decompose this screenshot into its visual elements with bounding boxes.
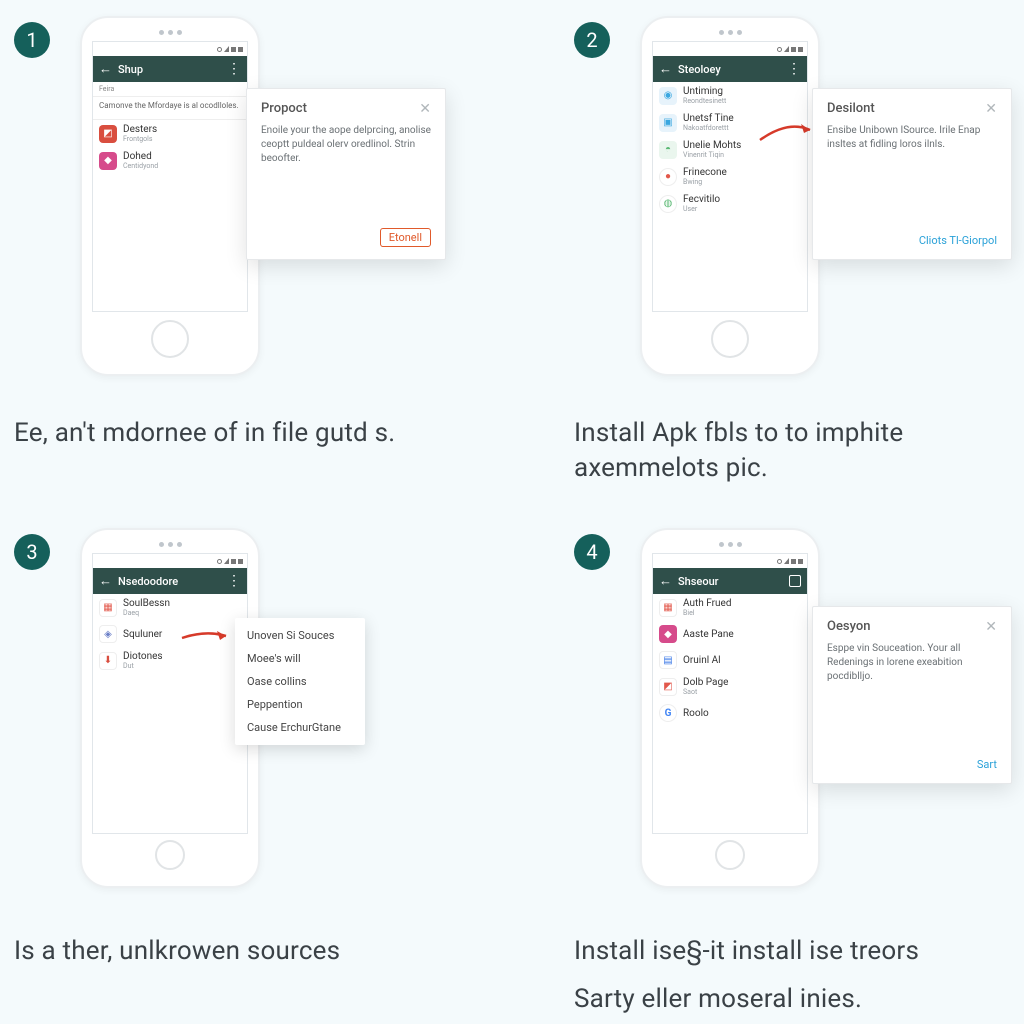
status-bar: [653, 554, 807, 568]
step-caption-4: Install ise§-it install ise treors: [574, 934, 1014, 969]
status-bar: [93, 42, 247, 56]
list-item[interactable]: ◓ Unelie MohtsVinenrit Tiqin: [653, 136, 807, 163]
list-item[interactable]: ◩ Dolb PageSaot: [653, 673, 807, 700]
list-item[interactable]: ◆ DohedCentidyond: [93, 147, 247, 174]
status-bar: [653, 42, 807, 56]
app-list: ▦ SoulBessnDaeq ◈ Squluner ⬇ DiotonesDut: [93, 594, 247, 833]
back-icon[interactable]: ←: [659, 63, 672, 76]
list-item[interactable]: ● FrineconeBwing: [653, 163, 807, 190]
menu-item[interactable]: Peppention: [235, 693, 365, 716]
app-icon: ◈: [99, 625, 117, 643]
google-icon: G: [659, 704, 677, 722]
list-item[interactable]: ▤ Oruinl Al: [653, 647, 807, 673]
appbar: ← Steoloey ⋮: [653, 56, 807, 82]
step-badge-1: 1: [14, 22, 50, 58]
dialog-2: Desilont ✕ Ensibe Unibown ISource. Irile…: [812, 88, 1012, 260]
close-icon[interactable]: ✕: [985, 102, 997, 116]
app-icon: ▣: [659, 114, 677, 132]
appbar-title: Steoloey: [678, 63, 781, 76]
app-list: ◉ UntimingReondtesinett ▣ Unetsf TineNak…: [653, 82, 807, 311]
close-icon[interactable]: ✕: [419, 102, 431, 116]
home-button[interactable]: [711, 320, 749, 358]
step-caption-2: Install Apk fbls to to imphite axemmelot…: [574, 416, 1014, 486]
appbar: ← Shup ⋮: [93, 56, 247, 82]
back-icon[interactable]: ←: [659, 575, 672, 588]
phone-mock-1: ← Shup ⋮ Feira Camonve the Mfordaye is a…: [80, 16, 260, 376]
dialog-body: Esppe vin Souceation. Your all Redenings…: [827, 642, 997, 684]
app-icon: ⬇: [99, 652, 117, 670]
overflow-menu-icon[interactable]: ⋮: [227, 574, 241, 588]
dialog-body: Enoile your the aope delprcing, anolise …: [261, 124, 431, 166]
dialog-4: Oesyon ✕ Esppe vin Souceation. Your all …: [812, 606, 1012, 784]
phone-mock-4: ← Shseour ▦ Auth FruedBiel ◆ Aaste Pane …: [640, 528, 820, 888]
step-badge-4: 4: [574, 534, 610, 570]
app-icon: ◩: [99, 125, 117, 143]
appbar-title: Shup: [118, 63, 221, 76]
app-icon: ◆: [659, 625, 677, 643]
dialog-title: Propoct: [261, 101, 413, 116]
dialog-link[interactable]: Cliots Tl-Giorpol: [919, 234, 997, 247]
list-item[interactable]: ◈ Squluner: [93, 621, 247, 647]
app-icon: ◩: [659, 678, 677, 696]
menu-item[interactable]: Cause ErchurGtane: [235, 716, 365, 739]
app-icon: ◓: [659, 141, 677, 159]
list-item[interactable]: ⬇ DiotonesDut: [93, 647, 247, 674]
description-text: Camonve the Mfordaye is al ocodlloles.: [93, 97, 247, 120]
overflow-menu-icon[interactable]: ⋮: [227, 62, 241, 76]
status-bar: [93, 554, 247, 568]
subheader: Feira: [93, 82, 247, 97]
menu-item[interactable]: Moee's will: [235, 647, 365, 670]
app-icon: ●: [659, 168, 677, 186]
dialog-action-button[interactable]: Etonell: [380, 228, 431, 247]
app-icon: ▦: [659, 599, 677, 617]
grid-icon[interactable]: [789, 575, 801, 587]
overflow-menu-icon[interactable]: ⋮: [787, 62, 801, 76]
home-button[interactable]: [715, 840, 745, 870]
menu-item[interactable]: Oase collins: [235, 670, 365, 693]
app-icon: ▦: [99, 599, 117, 617]
list-item[interactable]: ▣ Unetsf TineNakoatfdorettt: [653, 109, 807, 136]
dialog-title: Oesyon: [827, 619, 979, 634]
back-icon[interactable]: ←: [99, 575, 112, 588]
appbar: ← Nsedoodore ⋮: [93, 568, 247, 594]
step-badge-2: 2: [574, 22, 610, 58]
menu-item[interactable]: Unoven Si Souces: [235, 624, 365, 647]
phone-mock-2: ← Steoloey ⋮ ◉ UntimingReondtesinett ▣ U…: [640, 16, 820, 376]
appbar-title: Nsedoodore: [118, 575, 221, 588]
app-list: ▦ Auth FruedBiel ◆ Aaste Pane ▤ Oruinl A…: [653, 594, 807, 833]
list-item[interactable]: ▦ SoulBessnDaeq: [93, 594, 247, 621]
dialog-link[interactable]: Sart: [977, 758, 997, 771]
dialog-title: Desilont: [827, 101, 979, 116]
step-caption-4b: Sarty eller moseral inies.: [574, 982, 1014, 1017]
home-button[interactable]: [151, 320, 189, 358]
list-item[interactable]: ◉ UntimingReondtesinett: [653, 82, 807, 109]
step-caption-1: Ee, an't mdornee of in file gutd s.: [14, 416, 484, 451]
appbar-title: Shseour: [678, 575, 783, 588]
phone-mock-3: ← Nsedoodore ⋮ ▦ SoulBessnDaeq ◈ Squlune…: [80, 528, 260, 888]
back-icon[interactable]: ←: [99, 63, 112, 76]
list-item[interactable]: ▦ Auth FruedBiel: [653, 594, 807, 621]
context-menu: Unoven Si Souces Moee's will Oase collin…: [235, 618, 365, 745]
app-icon: ◉: [659, 87, 677, 105]
app-icon: ▤: [659, 651, 677, 669]
list-item[interactable]: ◆ Aaste Pane: [653, 621, 807, 647]
step-badge-3: 3: [14, 534, 50, 570]
app-icon: ◆: [99, 152, 117, 170]
close-icon[interactable]: ✕: [985, 620, 997, 634]
home-button[interactable]: [155, 840, 185, 870]
app-icon: ◍: [659, 195, 677, 213]
app-list: ◩ DestersFrontgols ◆ DohedCentidyond: [93, 120, 247, 311]
appbar: ← Shseour: [653, 568, 807, 594]
dialog-body: Ensibe Unibown ISource. Irile Enap inslt…: [827, 124, 997, 152]
dialog-1: Propoct ✕ Enoile your the aope delprcing…: [246, 88, 446, 260]
list-item[interactable]: G Roolo: [653, 700, 807, 726]
list-item[interactable]: ◩ DestersFrontgols: [93, 120, 247, 147]
step-caption-3: Is a ther, unlkrowen sources: [14, 934, 484, 969]
list-item[interactable]: ◍ FecvitiloUser: [653, 190, 807, 217]
